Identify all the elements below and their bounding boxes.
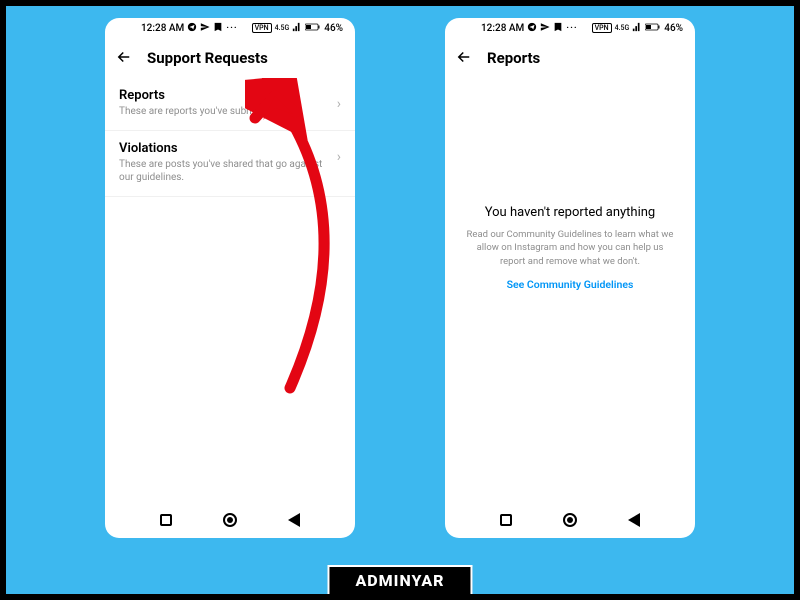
status-bar: 12:28 AM ··· VPN 4.5G bbox=[105, 18, 355, 38]
phones-row: 12:28 AM ··· VPN 4.5G bbox=[6, 6, 794, 538]
phone-right: 12:28 AM ··· VPN 4.5G bbox=[445, 18, 695, 538]
battery-icon bbox=[305, 22, 321, 35]
empty-state-title: You haven't reported anything bbox=[485, 205, 656, 220]
nav-home-icon[interactable] bbox=[563, 513, 577, 527]
empty-state-desc: Read our Community Guidelines to learn w… bbox=[463, 228, 677, 268]
telegram-icon bbox=[187, 22, 197, 35]
android-nav-bar bbox=[105, 502, 355, 538]
send-icon bbox=[540, 22, 550, 35]
back-arrow-icon[interactable] bbox=[455, 48, 473, 69]
nav-recent-icon[interactable] bbox=[160, 514, 172, 526]
battery-percent: 46% bbox=[664, 23, 683, 34]
list-item-reports[interactable]: Reports These are reports you've submitt… bbox=[105, 78, 355, 131]
header-row: Support Requests bbox=[105, 38, 355, 78]
community-guidelines-link[interactable]: See Community Guidelines bbox=[507, 278, 634, 291]
list-item-desc: These are posts you've shared that go ag… bbox=[119, 158, 337, 184]
battery-percent: 46% bbox=[324, 23, 343, 34]
nav-back-icon[interactable] bbox=[628, 513, 640, 527]
send-icon bbox=[200, 22, 210, 35]
chevron-right-icon: › bbox=[337, 141, 341, 165]
status-bar: 12:28 AM ··· VPN 4.5G bbox=[445, 18, 695, 38]
page-title: Reports bbox=[487, 49, 540, 67]
nav-back-icon[interactable] bbox=[288, 513, 300, 527]
list-item-title: Reports bbox=[119, 88, 337, 103]
network-label: 4.5G bbox=[275, 24, 290, 32]
status-time: 12:28 AM bbox=[141, 23, 184, 34]
tag-icon bbox=[553, 22, 563, 35]
signal-icon bbox=[632, 22, 642, 35]
chevron-right-icon: › bbox=[337, 88, 341, 112]
list-item-title: Violations bbox=[119, 141, 337, 156]
page-title: Support Requests bbox=[147, 49, 268, 67]
status-time: 12:28 AM bbox=[481, 23, 524, 34]
outer-frame: 12:28 AM ··· VPN 4.5G bbox=[6, 6, 794, 594]
empty-state: You haven't reported anything Read our C… bbox=[445, 78, 695, 538]
nav-recent-icon[interactable] bbox=[500, 514, 512, 526]
back-arrow-icon[interactable] bbox=[115, 48, 133, 69]
header-row: Reports bbox=[445, 38, 695, 78]
battery-icon bbox=[645, 22, 661, 35]
more-dots-icon: ··· bbox=[566, 23, 578, 34]
android-nav-bar bbox=[445, 502, 695, 538]
network-label: 4.5G bbox=[615, 24, 630, 32]
vpn-indicator: VPN bbox=[592, 23, 612, 33]
footer-watermark: ADMINYAR bbox=[327, 565, 472, 594]
telegram-icon bbox=[527, 22, 537, 35]
signal-icon bbox=[292, 22, 302, 35]
phone-left: 12:28 AM ··· VPN 4.5G bbox=[105, 18, 355, 538]
nav-home-icon[interactable] bbox=[223, 513, 237, 527]
tag-icon bbox=[213, 22, 223, 35]
vpn-indicator: VPN bbox=[252, 23, 272, 33]
list-item-desc: These are reports you've submitted. bbox=[119, 105, 337, 118]
more-dots-icon: ··· bbox=[226, 23, 238, 34]
list-item-violations[interactable]: Violations These are posts you've shared… bbox=[105, 131, 355, 197]
